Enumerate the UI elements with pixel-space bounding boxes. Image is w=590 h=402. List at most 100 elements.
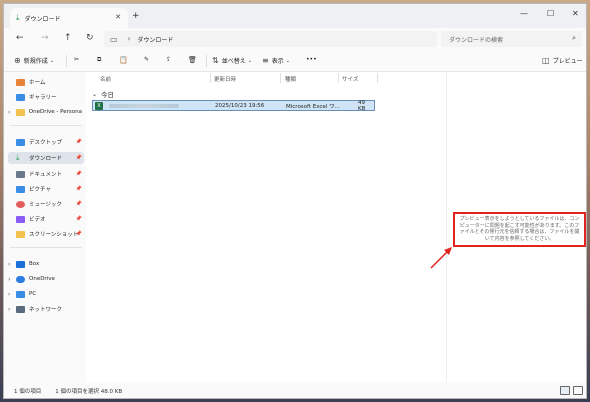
new-button[interactable]: ⊕ 新規作成 ⌄: [14, 56, 54, 65]
video-icon: [16, 215, 25, 223]
sidebar-item-label: スクリーンショット: [29, 232, 79, 238]
sidebar-item-desktop[interactable]: デスクトップ 📌: [8, 136, 84, 148]
back-button[interactable]: ←: [16, 33, 24, 43]
column-header-size[interactable]: サイズ: [342, 75, 358, 83]
pin-icon: 📌: [75, 171, 82, 177]
excel-file-icon: X: [95, 101, 103, 110]
share-button[interactable]: ⇪: [166, 56, 171, 63]
sidebar-item-pictures[interactable]: ピクチャ 📌: [8, 183, 84, 195]
pin-icon: 📌: [75, 216, 82, 222]
divider: [210, 73, 211, 83]
column-header-type[interactable]: 種類: [285, 75, 296, 83]
sidebar-item-label: ドキュメント: [29, 172, 63, 178]
cloud-icon: [16, 275, 25, 283]
column-header-name[interactable]: 名前: [100, 75, 111, 83]
new-label: 新規作成: [23, 58, 48, 65]
chevron-right-icon[interactable]: ›: [8, 109, 16, 116]
divider: [280, 73, 281, 83]
file-list: 名前 更新日時 種類 サイズ ⌄ 今日 X 2025/10/23 19:56 M…: [88, 72, 446, 382]
tab-strip: ⤓ ダウンロード ✕ + — ☐ ✕: [4, 4, 586, 28]
picture-icon: [16, 185, 25, 193]
pc-icon: [16, 290, 25, 298]
sidebar-item-label: PC: [29, 291, 37, 297]
network-icon: [16, 305, 25, 313]
sidebar-item-label: ギャラリー: [29, 95, 57, 101]
sidebar-item-documents[interactable]: ドキュメント 📌: [8, 168, 84, 180]
more-button[interactable]: •••: [306, 56, 317, 63]
sort-label: 並べ替え: [221, 58, 246, 65]
chevron-right-icon[interactable]: ›: [8, 276, 16, 283]
file-size: 49 KB: [358, 99, 366, 112]
chevron-down-icon: ⌄: [92, 90, 98, 98]
search-input[interactable]: ダウンロードの検索 ⌕: [441, 31, 582, 47]
forward-button[interactable]: →: [41, 33, 49, 43]
monitor-icon: ▭: [110, 34, 118, 44]
chevron-right-icon[interactable]: ›: [8, 261, 16, 268]
view-label: 表示: [271, 58, 284, 65]
divider: [377, 73, 378, 83]
copy-button[interactable]: ⧉: [97, 56, 101, 64]
pin-icon: 📌: [75, 201, 82, 207]
navigation-pane: ホーム ギャラリー › OneDrive - Persona デスクトップ 📌 …: [4, 72, 86, 382]
folder-icon: [15, 108, 25, 116]
chevron-down-icon: ⌄: [285, 57, 290, 64]
sidebar-item-music[interactable]: ミュージック 📌: [8, 198, 84, 210]
sidebar-item-onedrive[interactable]: › OneDrive: [8, 273, 84, 285]
sidebar-item-label: ミュージック: [29, 202, 62, 208]
up-button[interactable]: ↑: [64, 33, 72, 43]
selection-info: 1 個の項目を選択 48.0 KB: [55, 389, 123, 395]
sidebar-item-label: ホーム: [29, 80, 46, 86]
tab-label: ダウンロード: [24, 15, 61, 23]
chevron-down-icon: ⌄: [247, 57, 252, 64]
sidebar-item-label: OneDrive: [29, 276, 55, 282]
details-view-button[interactable]: [560, 386, 570, 395]
rename-button[interactable]: ✎: [144, 56, 149, 63]
desktop-icon: [16, 138, 25, 146]
chevron-right-icon[interactable]: ›: [8, 291, 16, 298]
close-window-button[interactable]: ✕: [572, 9, 579, 18]
divider: [338, 73, 339, 83]
group-header-today[interactable]: ⌄ 今日: [92, 89, 114, 100]
sidebar-item-screenshots[interactable]: スクリーンショット 📌: [8, 228, 84, 240]
preview-warning-text: プレビュー表示をしようとしているファイルは、コンピューターに問題を起こす可能性が…: [459, 216, 580, 242]
sidebar-item-onedrive-personal[interactable]: › OneDrive - Persona: [8, 106, 84, 118]
column-header-date[interactable]: 更新日時: [214, 75, 236, 83]
sidebar-item-label: ピクチャ: [29, 187, 51, 193]
pin-icon: 📌: [75, 231, 82, 237]
folder-icon: [16, 230, 25, 238]
sidebar-item-gallery[interactable]: ギャラリー: [8, 91, 84, 103]
close-tab-icon[interactable]: ✕: [115, 13, 121, 21]
sidebar-item-home[interactable]: ホーム: [8, 76, 84, 88]
sort-button[interactable]: ⇅ 並べ替え ⌄: [212, 56, 252, 65]
divider: [10, 125, 82, 126]
cut-button[interactable]: ✂: [74, 56, 79, 63]
breadcrumb-downloads[interactable]: ダウンロード: [137, 35, 173, 44]
new-tab-button[interactable]: +: [132, 11, 140, 21]
preview-warning-highlight: プレビュー表示をしようとしているファイルは、コンピューターに問題を起こす可能性が…: [453, 212, 586, 247]
sidebar-item-label: Box: [29, 261, 40, 267]
sidebar-item-pc[interactable]: › PC: [8, 288, 84, 300]
chevron-right-icon[interactable]: ›: [8, 306, 16, 313]
sidebar-item-label: デスクトップ: [29, 140, 63, 146]
sidebar-item-box[interactable]: › Box: [8, 258, 84, 270]
tiles-view-button[interactable]: [573, 386, 583, 395]
preview-button[interactable]: ◫ プレビュー: [542, 56, 583, 65]
preview-pane-icon: ◫: [542, 56, 550, 65]
view-button[interactable]: ≡ 表示 ⌄: [262, 56, 290, 65]
paste-button[interactable]: 📋: [119, 56, 128, 64]
address-bar[interactable]: ▭ › ダウンロード: [104, 31, 437, 47]
minimize-button[interactable]: —: [520, 9, 528, 18]
command-bar: ⊕ 新規作成 ⌄ ✂ ⧉ 📋 ✎ ⇪ 🗑 ⇅ 並べ替え ⌄ ≡ 表示 ⌄ •••…: [4, 50, 586, 72]
sidebar-item-downloads[interactable]: ⤓ ダウンロード 📌: [8, 152, 84, 164]
refresh-button[interactable]: ↻: [86, 33, 94, 43]
tab-downloads[interactable]: ⤓ ダウンロード ✕: [10, 8, 128, 28]
search-placeholder: ダウンロードの検索: [449, 36, 504, 44]
sidebar-item-videos[interactable]: ビデオ 📌: [8, 213, 84, 225]
maximize-button[interactable]: ☐: [547, 9, 554, 18]
file-name-redacted: [109, 103, 179, 108]
delete-button[interactable]: 🗑: [188, 56, 197, 64]
document-icon: [16, 170, 25, 178]
table-row[interactable]: X 2025/10/23 19:56 Microsoft Excel ワ... …: [92, 99, 375, 112]
sidebar-item-network[interactable]: › ネットワーク: [8, 303, 84, 315]
preview-label: プレビュー: [552, 58, 583, 65]
